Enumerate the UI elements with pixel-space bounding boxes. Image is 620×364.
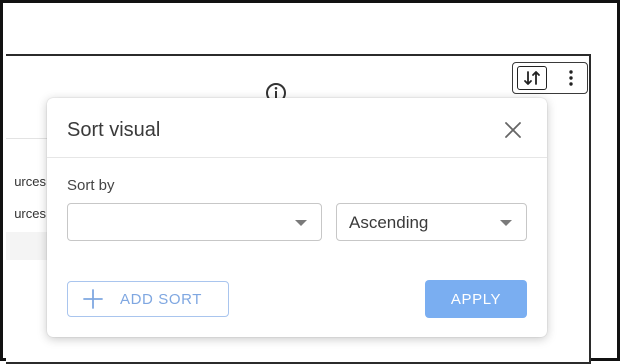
add-sort-label: ADD SORT — [120, 290, 203, 308]
sort-arrows-icon — [524, 71, 540, 85]
sort-order-select[interactable]: Ascending — [336, 203, 527, 241]
plus-icon — [83, 289, 103, 309]
more-vertical-icon — [569, 70, 573, 86]
visual-toolbar — [512, 62, 588, 94]
chevron-down-icon — [500, 220, 512, 226]
screenshot-frame: urces urces Sort visual Sort by Ascendin… — [0, 0, 620, 364]
more-options-button[interactable] — [559, 66, 583, 90]
table-cell: urces — [14, 206, 46, 221]
add-sort-button[interactable]: ADD SORT — [67, 281, 229, 317]
chevron-down-icon — [295, 220, 307, 226]
sort-visual-dialog: Sort visual Sort by Ascending ADD SORT A… — [47, 98, 547, 337]
apply-button[interactable]: APPLY — [425, 280, 527, 318]
table-divider — [6, 138, 50, 139]
table-row — [6, 232, 50, 260]
sort-field-select[interactable] — [67, 203, 322, 241]
dialog-title: Sort visual — [67, 119, 161, 141]
table-cell: urces — [14, 174, 46, 189]
sort-by-label: Sort by — [67, 177, 115, 194]
sort-toggle-button[interactable] — [517, 66, 547, 90]
close-icon — [505, 122, 521, 138]
sort-order-value: Ascending — [349, 213, 429, 232]
dialog-divider — [47, 157, 547, 158]
close-button[interactable] — [499, 116, 527, 144]
